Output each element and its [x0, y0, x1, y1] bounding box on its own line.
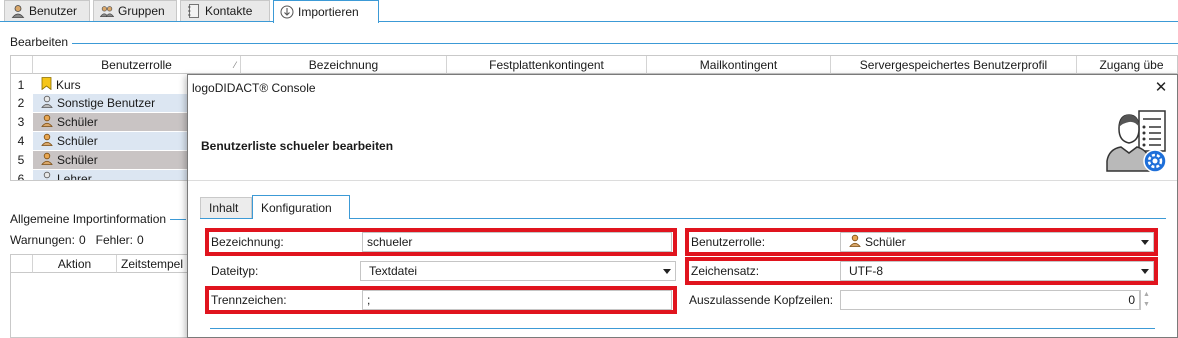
- group-icon: [100, 4, 114, 18]
- sort-icon: ⁄: [234, 59, 236, 70]
- dialog-title: logoDIDACT® Console: [192, 81, 316, 95]
- grid-header-corner: [11, 56, 33, 74]
- tab-label: Kontakte: [205, 4, 253, 18]
- edit-userlist-dialog: logoDIDACT® Console ✕ Benutzerliste schu…: [187, 74, 1178, 338]
- benutzerrolle-select[interactable]: Schüler: [840, 232, 1154, 252]
- tab-benutzer[interactable]: Benutzer: [4, 0, 90, 21]
- import-icon: [280, 5, 294, 19]
- user-settings-icon: [1105, 107, 1167, 173]
- bezeichnung-label: Bezeichnung:: [211, 235, 284, 249]
- student-icon: [41, 152, 53, 168]
- chevron-down-icon: [663, 269, 671, 274]
- trennzeichen-label: Trennzeichen:: [211, 293, 287, 307]
- bezeichnung-input[interactable]: schueler: [362, 232, 672, 252]
- dateityp-select[interactable]: Textdatei: [360, 261, 676, 281]
- kopfzeilen-stepper[interactable]: ▲ ▼: [1140, 290, 1152, 310]
- table-row[interactable]: 4 Schüler: [11, 132, 191, 150]
- bookmark-icon: [41, 77, 52, 93]
- benutzerrolle-label: Benutzerrolle:: [691, 235, 766, 249]
- tab-label: Benutzer: [29, 4, 78, 18]
- tab-label: Gruppen: [118, 4, 165, 18]
- dateityp-label: Dateityp:: [211, 264, 259, 278]
- zeichensatz-label: Zeichensatz:: [691, 264, 760, 278]
- tab-konfiguration[interactable]: Konfiguration: [252, 195, 350, 219]
- dialog-header: Benutzerliste schueler bearbeiten: [188, 101, 1177, 181]
- user-icon: [41, 95, 53, 111]
- table-row[interactable]: 1 Kurs: [11, 76, 191, 94]
- close-icon[interactable]: ✕: [1153, 79, 1169, 96]
- chevron-down-icon: [1141, 269, 1149, 274]
- dialog-titlebar[interactable]: logoDIDACT® Console: [188, 75, 1177, 101]
- tab-gruppen[interactable]: Gruppen: [93, 0, 177, 21]
- grid-header-bezeichnung[interactable]: Bezeichnung: [241, 56, 447, 74]
- zeichensatz-select[interactable]: UTF-8: [840, 261, 1154, 281]
- grid-header-festplattenkontingent[interactable]: Festplattenkontingent: [447, 56, 647, 74]
- contacts-icon: [187, 4, 201, 18]
- grid-header-zugang[interactable]: Zugang übe: [1077, 56, 1177, 74]
- grid-header-zeitstempel[interactable]: Zeitstempel: [117, 255, 191, 273]
- tab-kontakte[interactable]: Kontakte: [180, 0, 270, 21]
- table-row[interactable]: 2 Sonstige Benutzer: [11, 94, 191, 112]
- errors-label: Fehler:: [95, 233, 133, 247]
- import-stats: Warnungen: 0 Fehler: 0: [10, 233, 144, 247]
- warnings-label: Warnungen:: [10, 233, 75, 247]
- dialog-heading: Benutzerliste schueler bearbeiten: [201, 139, 394, 153]
- section-divider: [10, 43, 1178, 44]
- grid-header-mailkontingent[interactable]: Mailkontingent: [647, 56, 831, 74]
- stepper-up-icon[interactable]: ▲: [1141, 290, 1152, 300]
- main-tabbar: Benutzer Gruppen Kontakte Importieren: [0, 0, 1178, 23]
- errors-count: 0: [136, 233, 144, 247]
- table-row[interactable]: 6 Lehrer: [11, 170, 191, 180]
- student-icon: [41, 133, 53, 149]
- tab-inhalt[interactable]: Inhalt: [200, 197, 252, 218]
- trennzeichen-input[interactable]: ;: [362, 290, 672, 310]
- stepper-down-icon[interactable]: ▼: [1141, 300, 1152, 310]
- student-icon: [41, 114, 53, 130]
- section-label-bearbeiten: Bearbeiten: [10, 35, 73, 49]
- chevron-down-icon: [1141, 240, 1149, 245]
- grid-header-benutzerrolle[interactable]: Benutzerrolle ⁄: [33, 56, 241, 74]
- section-divider: [210, 328, 1155, 329]
- user-icon: [41, 171, 53, 180]
- tab-importieren[interactable]: Importieren: [273, 0, 379, 23]
- table-row[interactable]: 3 Schüler: [11, 113, 191, 131]
- student-icon: [849, 234, 861, 250]
- kopfzeilen-label: Auszulassende Kopfzeilen:: [689, 293, 834, 307]
- grid-header-corner: [11, 255, 33, 273]
- user-icon: [11, 4, 25, 18]
- warnings-count: 0: [78, 233, 86, 247]
- table-row[interactable]: 5 Schüler: [11, 151, 191, 169]
- grid-header-profil[interactable]: Servergespeichertes Benutzerprofil: [831, 56, 1077, 74]
- section-label-import-info: Allgemeine Importinformation: [10, 212, 171, 226]
- kopfzeilen-input[interactable]: 0: [840, 290, 1140, 310]
- grid-header-aktion[interactable]: Aktion: [33, 255, 117, 273]
- import-log-table: Aktion Zeitstempel: [10, 254, 191, 338]
- tab-label: Importieren: [298, 5, 359, 19]
